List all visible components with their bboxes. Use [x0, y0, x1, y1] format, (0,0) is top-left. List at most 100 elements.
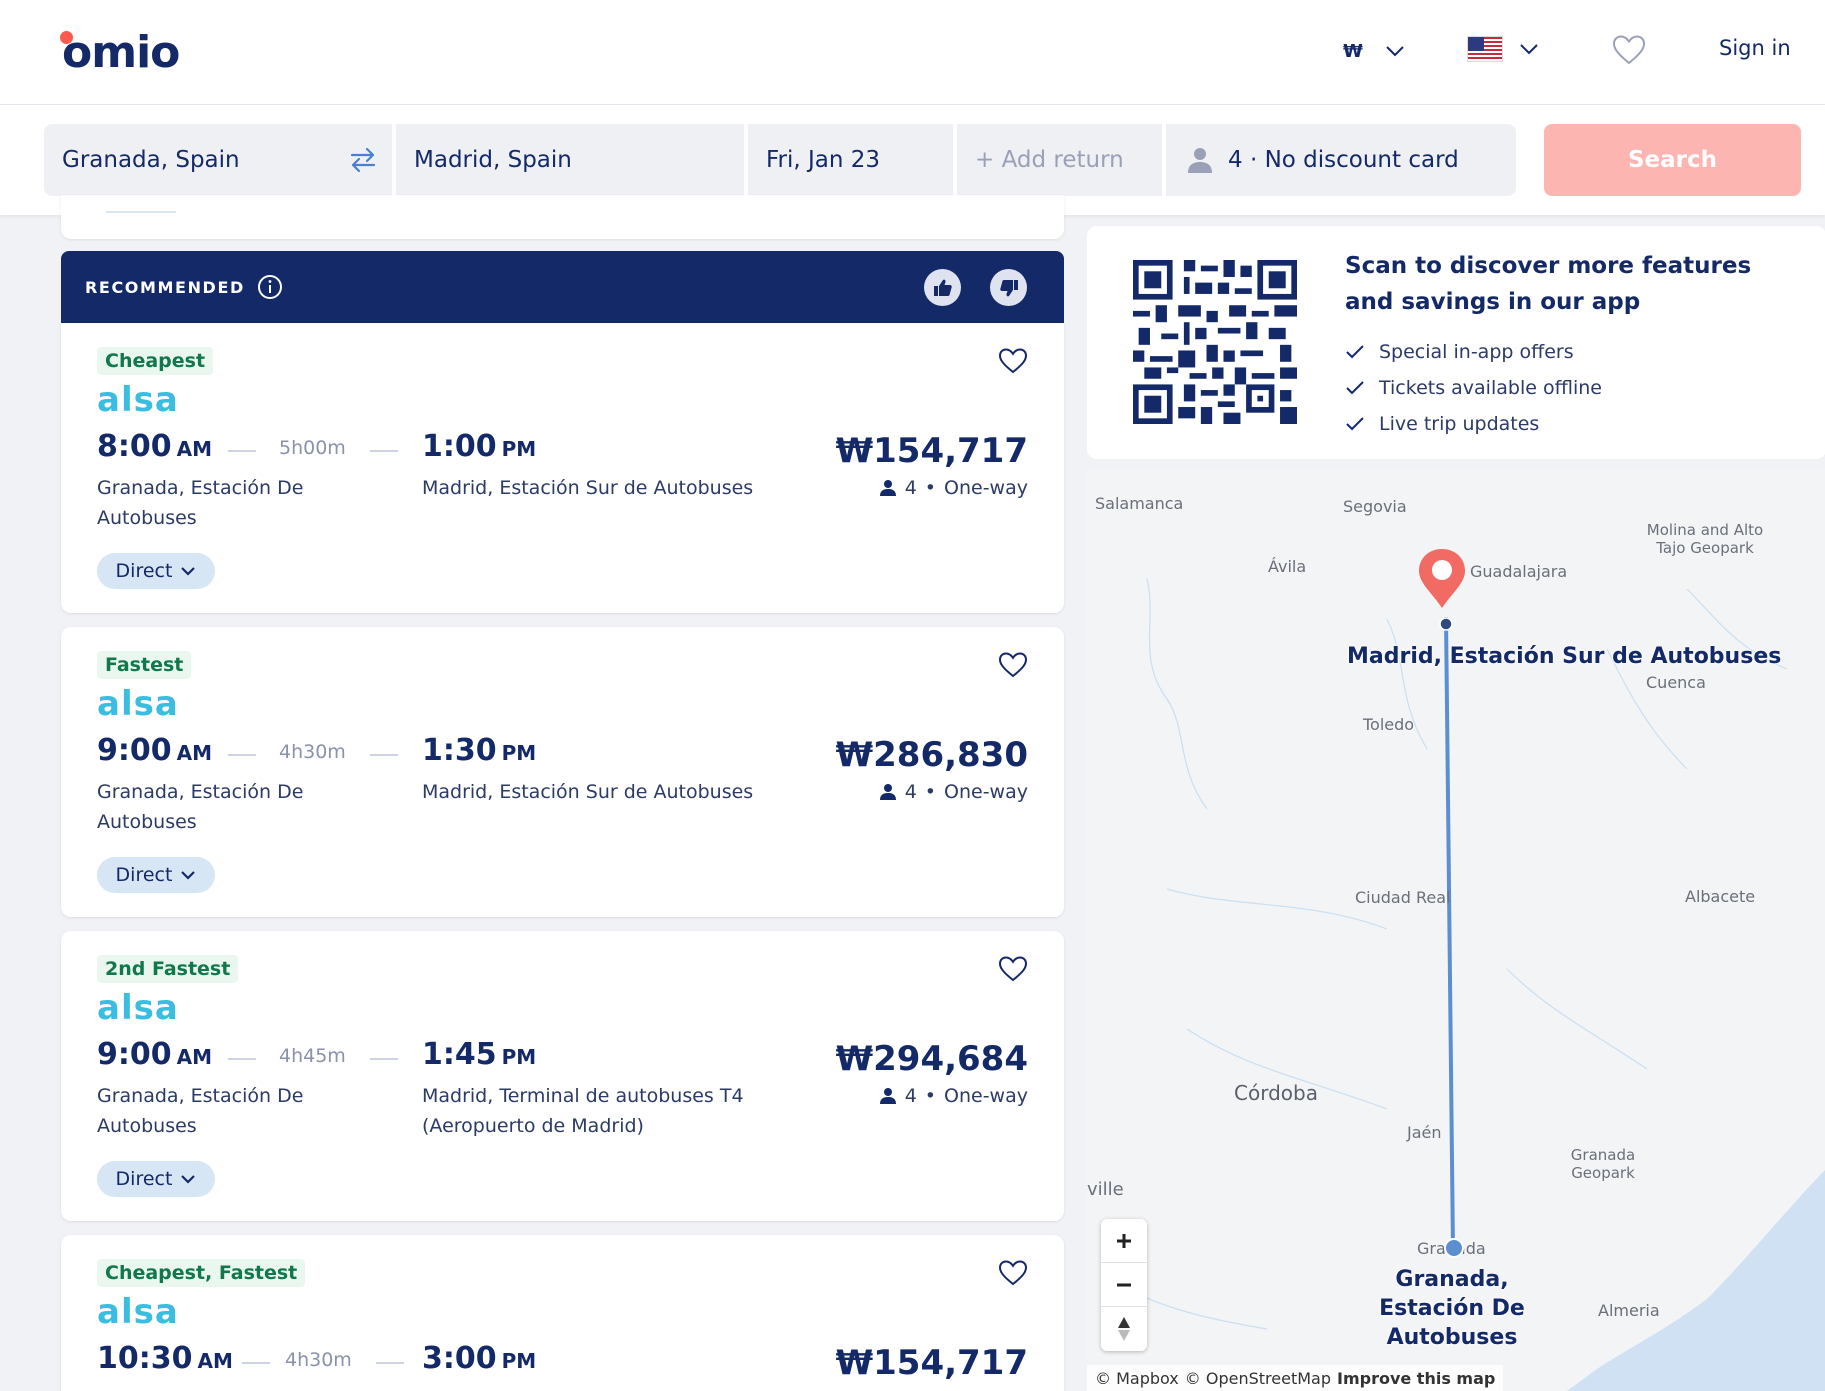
person-icon — [1188, 148, 1212, 173]
language-selector[interactable] — [1467, 34, 1539, 64]
destination-pin-icon[interactable] — [1417, 548, 1467, 610]
passengers-field[interactable]: 4 · No discount card — [1166, 124, 1516, 196]
destination-field[interactable]: Madrid, Spain — [396, 124, 744, 196]
departure-station: Granada, Estación De Autobuses — [97, 1085, 304, 1137]
map-city-label: Cuenca — [1646, 673, 1706, 692]
add-return-field[interactable]: + Add return — [957, 124, 1162, 196]
passengers-value: 4 · No discount card — [1228, 147, 1459, 173]
map-city-label: Salamanca — [1095, 494, 1184, 513]
app-promo-title: Scan to discover more features and savin… — [1345, 253, 1752, 315]
osm-attribution-link[interactable]: © OpenStreetMap — [1185, 1369, 1331, 1388]
trip-duration: 4h30m — [285, 1349, 352, 1371]
trip-duration: 4h30m — [279, 741, 346, 763]
map-city-label: Granada Geopark — [1570, 1146, 1636, 1182]
map-city-label: Ciudad Real — [1355, 888, 1451, 907]
qr-code-icon — [1133, 260, 1297, 424]
logo-text: omio — [62, 27, 180, 78]
checkmark-icon — [1346, 381, 1364, 395]
zoom-out-button[interactable] — [1101, 1263, 1147, 1307]
price-details: 4 • One-way — [879, 781, 1028, 803]
improve-map-link[interactable]: Improve this map — [1337, 1369, 1495, 1388]
thumbs-down-icon — [999, 279, 1018, 296]
map-city-label: Córdoba — [1234, 1081, 1318, 1105]
duration-line — [370, 1058, 398, 1060]
duration-line — [370, 754, 398, 756]
carrier-logo: alsa — [97, 1292, 179, 1332]
origin-dot-icon[interactable] — [1443, 1237, 1465, 1259]
origin-field[interactable]: Granada, Spain — [44, 124, 392, 196]
thumbs-up-button[interactable] — [924, 269, 961, 306]
thumbs-down-button[interactable] — [990, 269, 1027, 306]
currency-symbol: ₩ — [1343, 40, 1363, 62]
map-city-label: Albacete — [1685, 887, 1756, 906]
reset-bearing-button[interactable] — [1101, 1307, 1147, 1351]
duration-line — [242, 1362, 270, 1364]
previous-result-card — [61, 195, 1064, 239]
person-icon — [879, 784, 896, 800]
direct-stops-toggle[interactable]: Direct — [97, 553, 215, 589]
checkmark-icon — [1346, 345, 1364, 359]
departure-time: 10:30 AM — [97, 1341, 233, 1376]
recommended-banner: RECOMMENDED — [61, 251, 1064, 323]
ticket-price: ₩154,717 — [835, 1343, 1028, 1383]
duration-line — [376, 1362, 404, 1364]
result-badge: Cheapest — [97, 347, 214, 375]
direct-stops-toggle[interactable]: Direct — [97, 1161, 215, 1197]
map-city-label: Segovia — [1343, 497, 1407, 516]
result-badge: Fastest — [97, 651, 192, 679]
departure-station: Granada, Estación De Autobuses — [97, 477, 304, 529]
departure-date-value: Fri, Jan 23 — [766, 147, 881, 173]
swap-direction-icon[interactable] — [348, 146, 378, 174]
carrier-logo: alsa — [97, 988, 179, 1028]
favorite-heart-icon[interactable] — [998, 955, 1028, 983]
chevron-down-icon — [1386, 46, 1404, 57]
trip-duration: 4h45m — [279, 1045, 346, 1067]
map-city-label: Jaén — [1407, 1123, 1442, 1142]
mapbox-attribution-link[interactable]: © Mapbox — [1095, 1369, 1179, 1388]
result-badge: 2nd Fastest — [97, 955, 239, 983]
person-icon — [879, 1088, 896, 1104]
favorite-heart-icon[interactable] — [998, 347, 1028, 375]
origin-value: Granada, Spain — [62, 147, 240, 173]
sign-in-link[interactable]: Sign in — [1719, 36, 1791, 60]
arrival-station: Madrid, Estación Sur de Autobuses — [422, 781, 754, 803]
search-button[interactable]: Search — [1544, 124, 1801, 196]
favorite-heart-icon[interactable] — [998, 651, 1028, 679]
departure-date-field[interactable]: Fri, Jan 23 — [748, 124, 953, 196]
price-details: 4 • One-way — [879, 477, 1028, 499]
us-flag-icon — [1467, 36, 1503, 62]
omio-logo[interactable]: omio — [60, 27, 180, 78]
zoom-in-button[interactable] — [1101, 1219, 1147, 1263]
arrival-time: 1:45 PM — [422, 1037, 537, 1072]
result-card[interactable]: Cheapest alsa 8:00 AM 5h00m 1:00 PM Granad… — [61, 323, 1064, 613]
result-badge: Cheapest, Fastest — [97, 1259, 306, 1287]
chevron-down-icon — [181, 871, 196, 880]
result-card[interactable]: Fastest alsa 9:00 AM 4h30m 1:30 PM Granada… — [61, 627, 1064, 917]
departure-time: 9:00 AM — [97, 1037, 213, 1072]
result-card[interactable]: 2nd Fastest alsa 9:00 AM 4h45m 1:45 PM Gra… — [61, 931, 1064, 1221]
person-icon — [879, 480, 896, 496]
route-map[interactable]: Salamanca Segovia Ávila Guadalajara Moli… — [1087, 469, 1825, 1391]
favorite-heart-icon[interactable] — [998, 1259, 1028, 1287]
feature-item: Live trip updates — [1345, 406, 1602, 442]
departure-time: 8:00 AM — [97, 429, 213, 464]
plus-icon — [1117, 1233, 1131, 1248]
arrival-time: 3:00 PM — [422, 1341, 537, 1376]
arrival-time: 1:30 PM — [422, 733, 537, 768]
map-city-label: Almeria — [1598, 1301, 1660, 1320]
checkmark-icon — [1346, 417, 1364, 431]
duration-line — [370, 450, 398, 452]
add-return-placeholder: + Add return — [975, 147, 1124, 173]
app-promo-features: Special in-app offers Tickets available … — [1345, 334, 1602, 442]
currency-selector[interactable]: ₩ — [1343, 36, 1405, 66]
favorites-heart-icon[interactable] — [1612, 34, 1646, 66]
departure-time: 9:00 AM — [97, 733, 213, 768]
carrier-logo: alsa — [97, 684, 179, 724]
result-card[interactable]: Cheapest, Fastest alsa 10:30 AM 4h30m 3:0… — [61, 1235, 1064, 1391]
price-details: 4 • One-way — [879, 1085, 1028, 1107]
direct-stops-toggle[interactable]: Direct — [97, 857, 215, 893]
info-icon[interactable] — [257, 274, 283, 300]
thumbs-up-icon — [933, 279, 952, 296]
origin-station-label: Granada, Estación De Autobuses — [1379, 1267, 1525, 1350]
destination-value: Madrid, Spain — [414, 147, 572, 173]
